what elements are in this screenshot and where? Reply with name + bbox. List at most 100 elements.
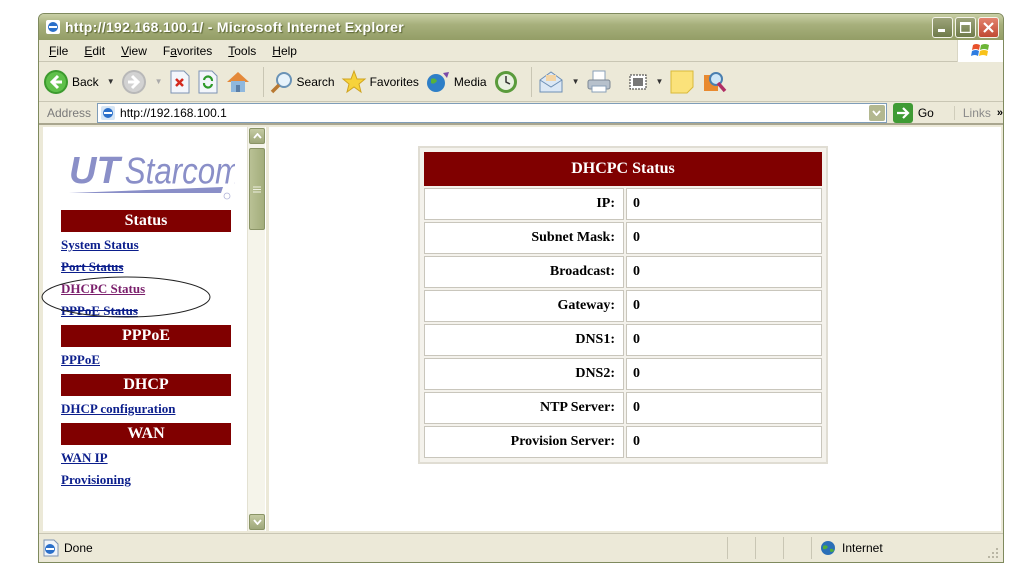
minimize-icon	[938, 29, 945, 32]
nav-link-dhcpc-status[interactable]: DHCPC Status	[61, 279, 231, 301]
windows-logo-icon	[970, 44, 989, 56]
status-segment	[755, 537, 783, 559]
sidebar-nav: Status System Status Port Status DHCPC S…	[61, 210, 231, 494]
dhcpc-status-table: DHCPC Status IP: 0 Subnet Mask: 0 Broadcast:…	[422, 150, 824, 460]
menu-accelerator: T	[228, 43, 235, 58]
forward-dropdown-icon[interactable]: ▼	[155, 77, 163, 86]
messenger-button[interactable]	[701, 69, 727, 95]
status-table-row: Subnet Mask: 0	[424, 222, 822, 254]
print-button[interactable]	[586, 70, 612, 94]
nav-link-wan-ip[interactable]: WAN IP	[61, 448, 231, 470]
menu-view[interactable]: View	[113, 44, 155, 58]
menu-help[interactable]: Help	[264, 44, 305, 58]
scroll-up-button[interactable]	[249, 128, 265, 144]
forward-button[interactable]	[121, 69, 147, 95]
menu-accelerator: F	[49, 43, 57, 58]
menu-edit[interactable]: Edit	[76, 44, 113, 58]
menu-file[interactable]: File	[39, 44, 76, 58]
minimize-button[interactable]	[932, 17, 953, 38]
links-chevron-icon[interactable]: »	[997, 107, 1003, 119]
toolbar-separator	[530, 66, 532, 97]
status-text: Done	[64, 541, 93, 555]
status-field-value: 0	[626, 426, 822, 458]
stop-button[interactable]	[169, 70, 191, 94]
favorites-label: Favorites	[369, 74, 419, 89]
utstarcom-logo: UT Starcom	[69, 150, 235, 200]
menu-favorites[interactable]: Favorites	[155, 44, 220, 58]
status-field-value: 0	[626, 392, 822, 424]
search-button[interactable]: Search	[270, 70, 335, 94]
ie-logo-icon	[46, 20, 60, 34]
menu-bar: File Edit View Favorites Tools Help	[39, 40, 1003, 62]
edit-page-icon	[629, 74, 647, 89]
research-icon	[704, 71, 727, 92]
status-field-value: 0	[626, 222, 822, 254]
address-dropdown-button[interactable]	[868, 104, 885, 121]
edit-button[interactable]	[628, 72, 648, 92]
menu-accelerator: a	[170, 43, 177, 58]
nav-group-wan: WAN WAN IP Provisioning	[61, 423, 231, 492]
history-button[interactable]	[493, 69, 519, 95]
edit-dropdown-icon[interactable]: ▼	[656, 77, 664, 86]
back-dropdown-icon[interactable]: ▼	[107, 77, 115, 86]
menu-tools[interactable]: Tools	[220, 44, 264, 58]
nav-link-system-status[interactable]: System Status	[61, 235, 231, 257]
maximize-icon	[960, 22, 971, 33]
home-button[interactable]	[225, 69, 251, 95]
logo-text-ut: UT	[69, 150, 122, 192]
menu-accelerator: V	[121, 43, 129, 58]
refresh-icon	[198, 70, 218, 93]
menu-accelerator: H	[272, 43, 281, 58]
favorites-button[interactable]: Favorites	[341, 69, 419, 95]
address-label: Address	[47, 105, 92, 120]
close-button[interactable]	[978, 17, 999, 38]
scroll-thumb[interactable]	[249, 148, 265, 230]
address-input[interactable]: http://192.168.100.1	[97, 102, 887, 123]
status-table-row: Gateway: 0	[424, 290, 822, 322]
nav-link-pppoe-status[interactable]: PPPoE Status	[61, 301, 231, 323]
close-icon	[983, 22, 994, 33]
resize-grip-icon[interactable]	[987, 547, 999, 559]
window-title: http://192.168.100.1/ - Microsoft Intern…	[65, 19, 404, 35]
status-table-row: DNS1: 0	[424, 324, 822, 356]
status-table-row: NTP Server: 0	[424, 392, 822, 424]
menu-accelerator: E	[84, 43, 93, 58]
zone-label: Internet	[842, 541, 883, 555]
links-toolbar[interactable]: Links »	[953, 105, 1003, 120]
home-icon	[226, 71, 249, 92]
forward-arrow-icon	[121, 69, 146, 94]
scroll-down-button[interactable]	[249, 514, 265, 530]
go-label: Go	[917, 105, 934, 120]
chevron-down-icon	[872, 109, 882, 116]
media-button[interactable]: Media	[425, 69, 487, 95]
go-button[interactable]: Go	[892, 102, 934, 123]
address-url: http://192.168.100.1	[120, 105, 227, 120]
nav-frame-scrollbar[interactable]	[247, 127, 265, 531]
nav-header-pppoe: PPPoE	[61, 325, 231, 347]
maximize-button[interactable]	[955, 17, 976, 38]
search-icon	[270, 71, 292, 93]
nav-link-pppoe[interactable]: PPPoE	[61, 350, 231, 372]
media-globe-icon	[426, 71, 449, 92]
mail-dropdown-icon[interactable]: ▼	[572, 77, 580, 86]
status-table-row: DNS2: 0	[424, 358, 822, 390]
title-bar: http://192.168.100.1/ - Microsoft Intern…	[39, 14, 1003, 40]
search-label: Search	[296, 74, 335, 89]
nav-link-provisioning[interactable]: Provisioning	[61, 470, 231, 492]
status-table-row: Provision Server: 0	[424, 426, 822, 458]
mail-button[interactable]	[538, 70, 564, 94]
status-table-row: IP: 0	[424, 188, 822, 220]
links-label: Links	[962, 105, 991, 120]
nav-link-dhcp-configuration[interactable]: DHCP configuration	[61, 399, 231, 421]
refresh-button[interactable]	[197, 70, 219, 94]
printer-icon	[587, 70, 611, 92]
nav-group-dhcp: DHCP DHCP configuration	[61, 374, 231, 421]
discuss-button[interactable]	[669, 69, 695, 95]
nav-link-port-status[interactable]: Port Status	[61, 257, 231, 279]
toolbar-separator	[262, 66, 264, 97]
status-field-label: Gateway:	[424, 290, 624, 322]
back-button[interactable]: Back	[43, 69, 99, 95]
status-segment	[783, 537, 811, 559]
status-field-label: Subnet Mask:	[424, 222, 624, 254]
status-field-label: DNS1:	[424, 324, 624, 356]
